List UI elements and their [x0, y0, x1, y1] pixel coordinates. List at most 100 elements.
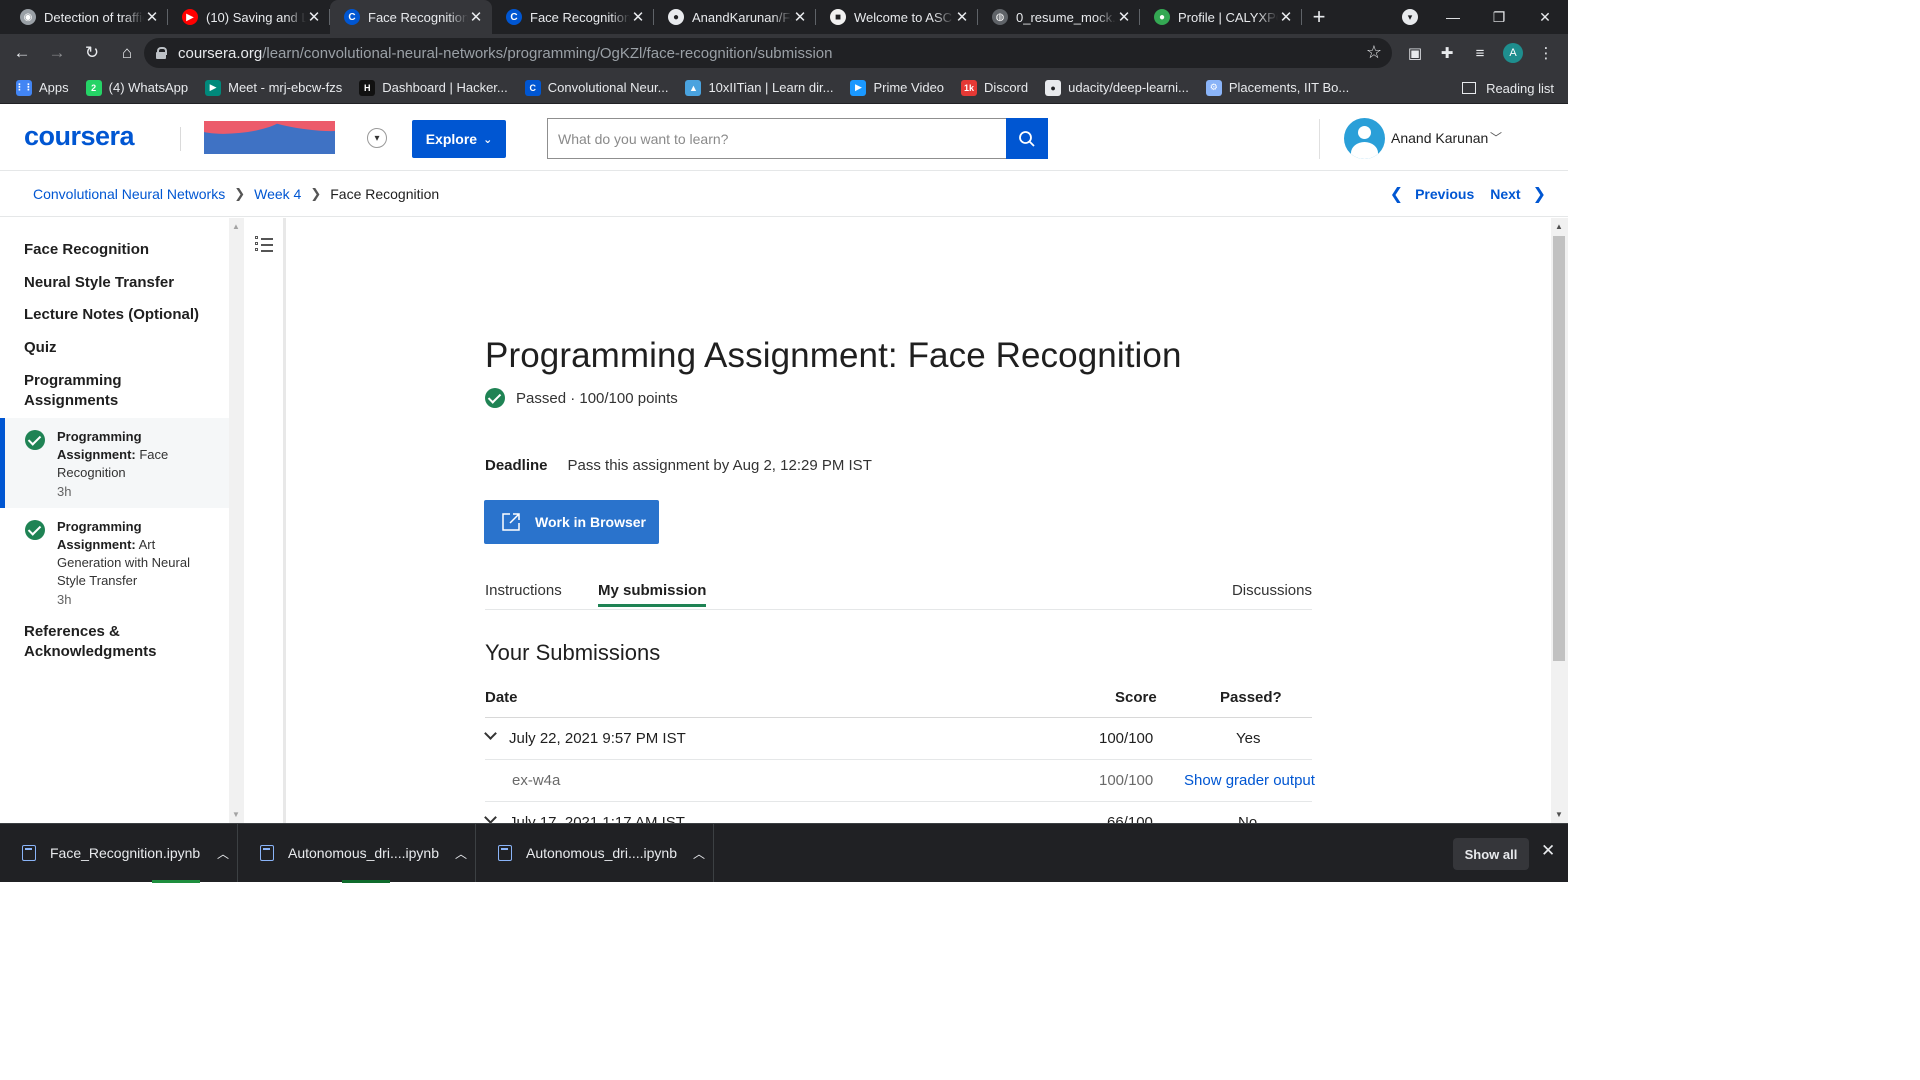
browser-tab[interactable]: ▶ (10) Saving and Lo ✕: [168, 0, 330, 34]
bookmark-item[interactable]: ⋮⋮ Apps: [15, 79, 69, 96]
breadcrumb-course[interactable]: Convolutional Neural Networks: [33, 186, 225, 202]
close-tab-icon[interactable]: ✕: [792, 8, 808, 26]
scroll-up-icon[interactable]: ▲: [1555, 222, 1563, 231]
browser-tab[interactable]: C Face Recognition ✕: [492, 0, 654, 34]
partner-logo[interactable]: [204, 121, 335, 154]
chevron-down-icon[interactable]: [485, 731, 495, 741]
bookmark-item[interactable]: 2 (4) WhatsApp: [85, 79, 189, 96]
submission-passed: No: [1238, 814, 1258, 823]
col-passed: Passed?: [1220, 689, 1282, 706]
browser-tab[interactable]: ● Profile | CALYXPO ✕: [1140, 0, 1302, 34]
chevron-down-icon[interactable]: ﹀: [1490, 129, 1502, 146]
page-scrollbar[interactable]: ▲ ▼: [1551, 218, 1568, 823]
previous-link[interactable]: Previous: [1415, 186, 1474, 202]
browser-tab[interactable]: ◍ 0_resume_mock.p ✕: [978, 0, 1140, 34]
forward-icon[interactable]: →: [41, 37, 73, 69]
minimize-button[interactable]: —: [1430, 0, 1476, 34]
search-button[interactable]: [1006, 118, 1048, 159]
bookmark-label: (4) WhatsApp: [108, 80, 189, 95]
home-icon[interactable]: ⌂: [111, 37, 143, 69]
scrollbar-thumb[interactable]: [1553, 236, 1565, 661]
close-window-button[interactable]: ✕: [1522, 0, 1568, 34]
sidebar-section[interactable]: Face Recognition: [24, 240, 149, 260]
coursera-logo[interactable]: coursera: [24, 121, 135, 152]
explore-button[interactable]: Explore ⌄: [412, 120, 506, 158]
chevron-up-icon[interactable]: ︿: [684, 845, 714, 862]
browser-tab[interactable]: ● AnandKarunan/Fa ✕: [654, 0, 816, 34]
tab-discussions[interactable]: Discussions: [1232, 582, 1312, 599]
part-score: 100/100: [1099, 772, 1154, 789]
address-bar[interactable]: coursera.org/learn/convolutional-neural-…: [144, 38, 1392, 68]
close-icon[interactable]: ✕: [1541, 841, 1555, 861]
show-all-button[interactable]: Show all: [1453, 838, 1529, 870]
sidebar-item-art-generation[interactable]: Programming Assignment: Art Generation w…: [0, 508, 229, 613]
back-icon[interactable]: ←: [6, 37, 38, 69]
new-tab-button[interactable]: +: [1302, 0, 1336, 34]
reload-icon[interactable]: ↻: [76, 37, 108, 69]
extensions-icon[interactable]: ✚: [1436, 42, 1458, 64]
list-icon[interactable]: [255, 236, 273, 252]
chevron-down-icon[interactable]: [485, 815, 495, 823]
search-input[interactable]: [547, 118, 1007, 159]
media-control-icon[interactable]: ≡: [1469, 42, 1491, 64]
user-avatar[interactable]: [1344, 118, 1385, 159]
table-row[interactable]: July 17, 2021 1:17 AM IST 66/100 No: [485, 802, 1312, 823]
bookmark-item[interactable]: ⚙ Placements, IIT Bo...: [1205, 79, 1349, 96]
bookmark-item[interactable]: ● udacity/deep-learni...: [1045, 79, 1189, 96]
bookmark-item[interactable]: H Dashboard | Hacker...: [359, 79, 508, 96]
sidebar-section[interactable]: Lecture Notes (Optional): [24, 305, 199, 325]
sidebar-section[interactable]: Quiz: [24, 338, 57, 358]
close-tab-icon[interactable]: ✕: [1116, 8, 1132, 26]
browser-tab[interactable]: ◉ Detection of traffic ✕: [6, 0, 168, 34]
download-item[interactable]: Face_Recognition.ipynb ︿: [0, 824, 238, 882]
download-item[interactable]: Autonomous_dri....ipynb ︿: [238, 824, 476, 882]
chrome-menu-icon[interactable]: ⋮: [1535, 42, 1557, 64]
close-tab-icon[interactable]: ✕: [144, 8, 160, 26]
work-in-browser-button[interactable]: Work in Browser: [484, 500, 659, 544]
chevron-up-icon[interactable]: ︿: [208, 845, 238, 862]
close-tab-icon[interactable]: ✕: [1278, 8, 1294, 26]
close-tab-icon[interactable]: ✕: [954, 8, 970, 26]
sidebar-section[interactable]: Neural Style Transfer: [24, 273, 174, 293]
breadcrumb-week[interactable]: Week 4: [254, 186, 301, 202]
table-row[interactable]: July 22, 2021 9:57 PM IST 100/100 Yes: [485, 718, 1312, 760]
show-grader-output-link[interactable]: Show grader output: [1184, 772, 1315, 789]
profile-avatar[interactable]: A: [1503, 43, 1523, 63]
reading-list[interactable]: Reading list: [1462, 72, 1554, 104]
username[interactable]: Anand Karunan: [1391, 130, 1488, 146]
tab-instructions[interactable]: Instructions: [485, 582, 562, 599]
bookmark-item[interactable]: C Convolutional Neur...: [524, 79, 668, 96]
chevron-right-icon[interactable]: ❯: [1533, 184, 1546, 204]
bookmark-item[interactable]: ▶ Meet - mrj-ebcw-fzs: [205, 79, 342, 96]
scroll-up-icon[interactable]: ▲: [232, 222, 240, 231]
browser-tab[interactable]: C Face Recognition ✕: [330, 0, 492, 34]
close-tab-icon[interactable]: ✕: [306, 8, 322, 26]
tab-my-submission[interactable]: My submission: [598, 582, 707, 607]
submissions-heading: Your Submissions: [485, 640, 661, 665]
sidebar-item-face-recognition[interactable]: Programming Assignment: Face Recognition…: [0, 418, 229, 508]
sidebar-section[interactable]: Programming Assignments: [24, 371, 174, 411]
submission-part: ex-w4a: [512, 772, 561, 789]
tab-title: Welcome to ASC: [854, 9, 953, 25]
close-tab-icon[interactable]: ✕: [630, 8, 646, 26]
bookmark-item[interactable]: ▲ 10xIITian | Learn dir...: [685, 79, 833, 96]
download-item[interactable]: Autonomous_dri....ipynb ︿: [476, 824, 714, 882]
bookmark-star-icon[interactable]: ☆: [1366, 42, 1382, 63]
bookmark-item[interactable]: 1k Discord: [961, 79, 1028, 96]
restore-button[interactable]: ❐: [1476, 0, 1522, 34]
screen-capture-icon[interactable]: ▣: [1404, 42, 1426, 64]
main-content: Programming Assignment: Face Recognition…: [289, 218, 1551, 823]
tab-search-icon[interactable]: ▾: [1402, 9, 1418, 25]
sidebar-scrollbar[interactable]: ▲ ▼: [229, 218, 244, 823]
chevron-left-icon[interactable]: ❮: [1390, 184, 1403, 204]
sidebar-section[interactable]: References & Acknowledgments: [24, 622, 174, 662]
bookmark-item[interactable]: ▶ Prime Video: [850, 79, 944, 96]
scroll-down-icon[interactable]: ▼: [1555, 810, 1563, 819]
browser-tab[interactable]: ■ Welcome to ASC ✕: [816, 0, 978, 34]
next-link[interactable]: Next: [1490, 186, 1520, 202]
close-tab-icon[interactable]: ✕: [468, 8, 484, 26]
lock-icon[interactable]: [156, 47, 167, 59]
partner-dropdown-icon[interactable]: ▾: [367, 128, 387, 148]
chevron-up-icon[interactable]: ︿: [446, 845, 476, 862]
scroll-down-icon[interactable]: ▼: [232, 810, 240, 819]
